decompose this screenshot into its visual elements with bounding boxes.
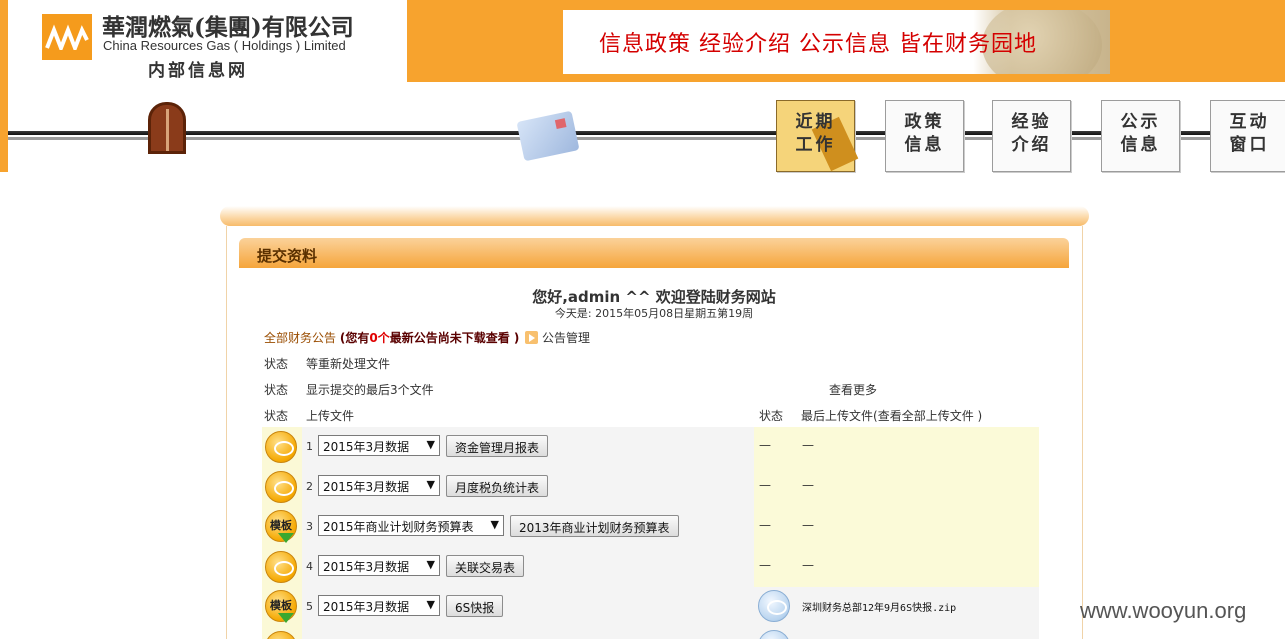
period-select[interactable]: 2015年3月数据 ▼: [318, 475, 440, 496]
budget-select[interactable]: 2015年商业计划财务预算表 ▼: [318, 515, 504, 536]
envelope-icon: [516, 110, 580, 162]
notice-open: (您有: [339, 331, 370, 345]
status-header: 状态: [759, 409, 784, 423]
nav-experience[interactable]: 经验 介绍: [992, 100, 1071, 172]
row-last-upload: —: [802, 558, 814, 572]
mail-bubble-icon[interactable]: [758, 590, 790, 622]
notice-line: 全部财务公告 (您有0个最新公告尚未下载查看 ) 公告管理: [264, 329, 590, 346]
table-row: 模板 5 2015年3月数据 ▼ 6S快报 深圳财务总部12年9月6S快报.zip: [262, 587, 1039, 627]
welcome-message: 您好,admin ^^ 欢迎登陆财务网站: [532, 288, 776, 306]
nav-recent-work[interactable]: 近期 工作: [776, 100, 855, 172]
table-row: 1 2015年3月数据 ▼ 资金管理月报表 — —: [262, 427, 1039, 467]
table-row: 4 2015年3月数据 ▼ 关联交易表 — —: [262, 547, 1039, 587]
nav-public-info[interactable]: 公示 信息: [1101, 100, 1180, 172]
row-status: —: [759, 558, 771, 572]
page: 華潤燃氣(集團)有限公司 China Resources Gas ( Holdi…: [0, 0, 1285, 639]
upload-button[interactable]: 月度税负统计表: [446, 475, 549, 497]
all-notices-link[interactable]: 全部财务公告: [264, 331, 336, 345]
company-logo[interactable]: 華潤燃氣(集團)有限公司 China Resources Gas ( Holdi…: [8, 0, 407, 82]
row-status: —: [759, 518, 771, 532]
comment-bubble-icon[interactable]: [265, 631, 297, 639]
arrow-down-icon: [278, 533, 294, 543]
row-number: 5: [306, 600, 313, 613]
chevron-down-icon: ▼: [490, 518, 499, 531]
see-more-link[interactable]: 查看更多: [829, 381, 877, 398]
notice-manage-link[interactable]: 公告管理: [542, 331, 590, 345]
logo-icon: [42, 14, 92, 60]
row-number: 1: [306, 440, 313, 453]
company-name-en: China Resources Gas ( Holdings ) Limited: [103, 38, 346, 53]
chevron-down-icon: ▼: [426, 478, 435, 491]
nav-interaction[interactable]: 互动 窗口: [1210, 100, 1285, 172]
panel-top-bar: [220, 206, 1089, 226]
today-date: 今天是: 2015年05月08日星期五第19周: [554, 307, 754, 320]
template-download-icon[interactable]: 模板: [265, 590, 297, 623]
nav-label: 政策 信息: [904, 112, 945, 155]
nav-label: 近期 工作: [795, 112, 836, 155]
chevron-down-icon: ▼: [426, 598, 435, 611]
nav-policy-info[interactable]: 政策 信息: [885, 100, 964, 172]
site-name: 内部信息网: [148, 61, 248, 81]
last-upload-header: 最后上传文件(查看全部上传文件 ): [801, 409, 983, 423]
table-row: 模板 3 2015年商业计划财务预算表 ▼ 2013年商业计划财务预算表 — —: [262, 507, 1039, 547]
header-banner: 信息政策 经验介绍 公示信息 皆在财务园地: [563, 10, 1110, 74]
unread-count: 0个: [369, 331, 390, 345]
upload-button[interactable]: 资金管理月报表: [446, 435, 549, 457]
play-icon: [525, 331, 539, 344]
table-row: 2 2015年3月数据 ▼ 月度税负统计表 — —: [262, 467, 1039, 507]
watermark: www.wooyun.org: [1080, 598, 1247, 623]
comment-bubble-icon[interactable]: [265, 471, 297, 503]
row-last-upload: —: [802, 438, 814, 452]
period-select[interactable]: 2015年3月数据 ▼: [318, 435, 440, 456]
template-download-icon[interactable]: 模板: [265, 510, 297, 543]
status-label: 状态: [264, 357, 289, 371]
status-label: 状态: [264, 383, 289, 397]
comment-bubble-icon[interactable]: [265, 431, 297, 463]
row-number: 2: [306, 480, 313, 493]
upload-button[interactable]: 关联交易表: [446, 555, 525, 577]
nav-divider-line: [8, 128, 1285, 142]
banner-slogan: 信息政策 经验介绍 公示信息 皆在财务园地: [599, 32, 1037, 57]
previous-budget-button[interactable]: 2013年商业计划财务预算表: [510, 515, 679, 537]
chevron-down-icon: ▼: [426, 558, 435, 571]
status-header: 状态: [264, 409, 289, 423]
mail-bubble-icon[interactable]: [758, 630, 790, 639]
row-number: 3: [306, 520, 313, 533]
upload-header: 上传文件: [306, 409, 355, 423]
show-last-label: 显示提交的最后3个文件: [306, 383, 434, 397]
period-select[interactable]: 2015年3月数据 ▼: [318, 555, 440, 576]
nav-label: 经验 介绍: [1011, 112, 1052, 155]
reprocess-label: 等重新处理文件: [306, 357, 391, 371]
chevron-down-icon: ▼: [426, 438, 435, 451]
last-uploaded-file-link[interactable]: 深圳财务总部12年9月6S快报.zip: [802, 599, 956, 614]
row-status: —: [759, 438, 771, 452]
section-title: 提交资料: [257, 247, 318, 265]
upload-button[interactable]: 6S快报: [446, 595, 504, 617]
row-number: 4: [306, 560, 313, 573]
header-left-strip: [0, 0, 8, 172]
company-name-cn: 華潤燃氣(集團)有限公司: [102, 14, 354, 41]
row-last-upload: —: [802, 518, 814, 532]
nav-label: 互动 窗口: [1229, 112, 1270, 155]
door-icon: [148, 102, 186, 154]
row-last-upload: —: [802, 478, 814, 492]
row-status: —: [759, 478, 771, 492]
table-row: [262, 627, 1039, 639]
comment-bubble-icon[interactable]: [265, 551, 297, 583]
nav-label: 公示 信息: [1120, 112, 1161, 155]
arrow-down-icon: [278, 613, 294, 623]
notice-rest: 最新公告尚未下载查看 ): [389, 331, 520, 345]
period-select[interactable]: 2015年3月数据 ▼: [318, 595, 440, 616]
section-header: 提交资料: [239, 238, 1069, 268]
view-all-uploads-link[interactable]: (查看全部上传文件 ): [873, 409, 982, 423]
